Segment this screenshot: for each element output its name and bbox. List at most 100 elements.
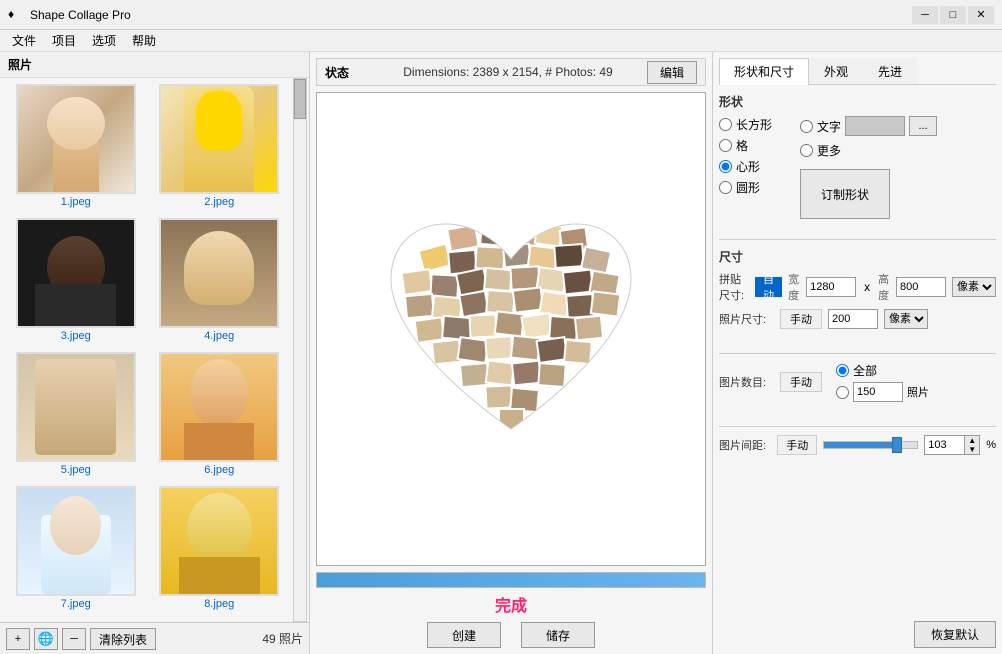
list-item[interactable]: 7.jpeg (6, 486, 146, 616)
spacing-spinbox: ▲ ▼ (924, 435, 980, 455)
status-dimensions: Dimensions: 2389 x 2154, # Photos: 49 (403, 65, 612, 79)
custom-shape-button[interactable]: 订制形状 (800, 169, 890, 219)
count-number-input[interactable] (853, 382, 903, 402)
left-panel: 照片 1.jpeg 2.jpeg (0, 52, 310, 654)
photo-grid: 1.jpeg 2.jpeg 3.jpeg (0, 78, 309, 622)
photos-panel-title: 照片 (0, 52, 309, 78)
spacing-slider[interactable] (823, 441, 918, 449)
menubar: 文件 项目 选项 帮助 (0, 30, 1002, 52)
size-section: 尺寸 拼贴尺寸: 自动 宽度 x 高度 像素 照片尺寸: 手动 像 (719, 248, 996, 335)
titlebar: ♦ Shape Collage Pro ─ □ ✕ (0, 0, 1002, 30)
status-done-label: 完成 (316, 592, 706, 616)
list-item[interactable]: 8.jpeg (150, 486, 290, 616)
spacing-section: 图片间距: 手动 ▲ ▼ % (719, 435, 996, 461)
list-item[interactable]: 2.jpeg (150, 84, 290, 214)
shape-heart[interactable]: 心形 (719, 158, 772, 175)
add-photo-button[interactable]: + (6, 628, 30, 650)
photo-thumb-3[interactable] (16, 218, 136, 328)
remove-photo-button[interactable]: ─ (62, 628, 86, 650)
restore-button[interactable]: 恢复默认 (914, 621, 996, 648)
maximize-button[interactable]: □ (940, 6, 966, 24)
photo-thumb-4[interactable] (159, 218, 279, 328)
tab-shape-size[interactable]: 形状和尺寸 (719, 58, 809, 85)
count-row: 图片数目: 手动 全部 照片 (719, 362, 996, 402)
dots-button[interactable]: ... (909, 116, 937, 136)
photo-thumb-2[interactable] (159, 84, 279, 194)
collage-unit-select[interactable]: 像素 (952, 277, 996, 297)
photo-label-1: 1.jpeg (61, 196, 91, 208)
photo-thumb-1[interactable] (16, 84, 136, 194)
shape-right-options: 文字 ... 更多 订制形状 (800, 116, 937, 219)
height-label: 高度 (878, 271, 890, 303)
list-item[interactable]: 6.jpeg (150, 352, 290, 482)
size-x-separator: x (864, 280, 870, 294)
photo-label-6: 6.jpeg (204, 464, 234, 476)
tab-advanced[interactable]: 先进 (863, 58, 917, 84)
collage-width-input[interactable] (806, 277, 856, 297)
photo-thumb-8[interactable] (159, 486, 279, 596)
tab-appearance[interactable]: 外观 (809, 58, 863, 84)
scrollbar-thumb[interactable] (294, 79, 306, 119)
shape-options: 长方形 格 心形 圆形 (719, 116, 996, 219)
text-shape-input[interactable] (845, 116, 905, 136)
save-button[interactable]: 储存 (521, 622, 595, 648)
center-panel: 状态 Dimensions: 2389 x 2154, # Photos: 49… (310, 52, 712, 654)
clear-list-button[interactable]: 清除列表 (90, 628, 156, 650)
titlebar-left: ♦ Shape Collage Pro (8, 7, 131, 23)
progress-bar (316, 572, 706, 588)
shape-more[interactable]: 更多 (800, 142, 841, 159)
photo-unit-select[interactable]: 像素 (884, 309, 928, 329)
count-section: 图片数目: 手动 全部 照片 (719, 362, 996, 408)
more-shape-row: 更多 (800, 142, 937, 159)
shape-grid[interactable]: 格 (719, 137, 772, 154)
photo-thumb-7[interactable] (16, 486, 136, 596)
count-label: 图片数目: (719, 374, 774, 390)
photo-label-4: 4.jpeg (204, 330, 234, 342)
spacing-unit: % (986, 439, 996, 451)
spacing-value-input[interactable] (924, 435, 964, 455)
list-item[interactable]: 5.jpeg (6, 352, 146, 482)
shape-radio-group-left: 长方形 格 心形 圆形 (719, 116, 772, 219)
menu-options[interactable]: 选项 (84, 30, 124, 51)
spacing-slider-thumb[interactable] (892, 437, 902, 453)
photo-size-input[interactable] (828, 309, 878, 329)
text-shape-row: 文字 ... (800, 116, 937, 136)
spinbox-arrows: ▲ ▼ (964, 435, 980, 455)
collage-size-label: 拼贴尺寸: (719, 271, 749, 303)
web-photo-button[interactable]: 🌐 (34, 628, 58, 650)
edit-button[interactable]: 编辑 (647, 61, 697, 84)
minimize-button[interactable]: ─ (912, 6, 938, 24)
tabs: 形状和尺寸 外观 先进 (719, 58, 996, 85)
menu-help[interactable]: 帮助 (124, 30, 164, 51)
restore-container: 恢复默认 (719, 621, 996, 648)
list-item[interactable]: 4.jpeg (150, 218, 290, 348)
spinbox-up[interactable]: ▲ (965, 436, 979, 445)
status-bar: 状态 Dimensions: 2389 x 2154, # Photos: 49… (316, 58, 706, 86)
photo-thumb-6[interactable] (159, 352, 279, 462)
divider-3 (719, 426, 996, 427)
titlebar-controls: ─ □ ✕ (912, 6, 994, 24)
collage-svg (361, 189, 661, 469)
spinbox-down[interactable]: ▼ (965, 445, 979, 454)
status-label: 状态 (325, 64, 349, 81)
menu-file[interactable]: 文件 (4, 30, 44, 51)
scrollbar-track[interactable] (293, 78, 307, 622)
shape-rectangle[interactable]: 长方形 (719, 116, 772, 133)
menu-project[interactable]: 项目 (44, 30, 84, 51)
divider-2 (719, 353, 996, 354)
shape-section-title: 形状 (719, 93, 996, 110)
count-all[interactable]: 全部 (836, 362, 929, 379)
list-item[interactable]: 3.jpeg (6, 218, 146, 348)
size-section-title: 尺寸 (719, 248, 996, 265)
list-item[interactable]: 1.jpeg (6, 84, 146, 214)
photo-thumb-5[interactable] (16, 352, 136, 462)
count-number[interactable] (836, 386, 849, 399)
photo-count: 49 照片 (262, 630, 303, 647)
create-button[interactable]: 创建 (427, 622, 501, 648)
shape-text[interactable]: 文字 (800, 118, 841, 135)
spacing-row: 图片间距: 手动 ▲ ▼ % (719, 435, 996, 455)
collage-height-input[interactable] (896, 277, 946, 297)
close-button[interactable]: ✕ (968, 6, 994, 24)
shape-circle[interactable]: 圆形 (719, 179, 772, 196)
count-number-row: 照片 (836, 382, 929, 402)
